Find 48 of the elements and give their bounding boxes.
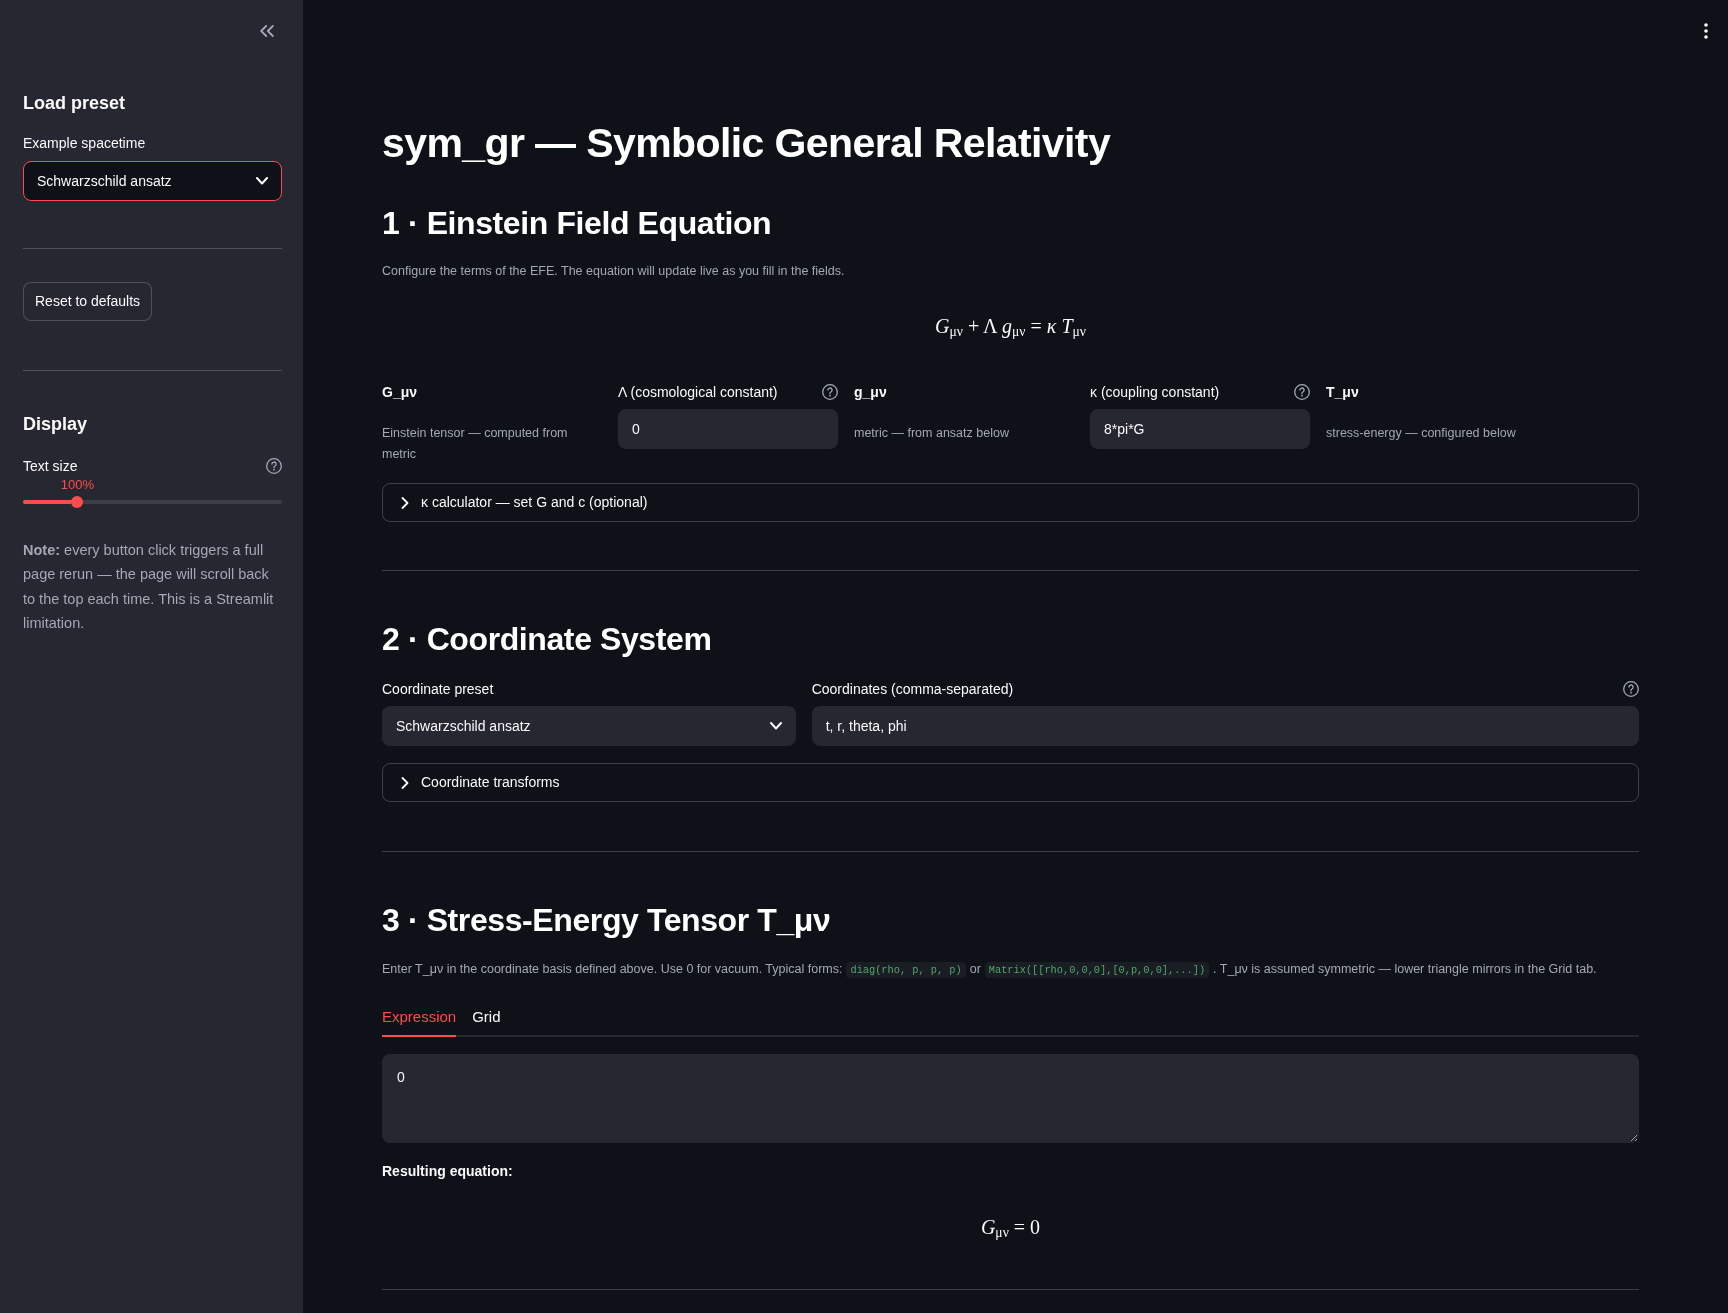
- chevron-down-icon: [256, 177, 268, 186]
- term-description: metric — from ansatz below: [854, 424, 1010, 442]
- help-icon: [1623, 681, 1639, 697]
- tab[interactable]: Grid: [472, 1007, 501, 1037]
- help-icon: [1294, 384, 1310, 400]
- section-heading: 2 · Coordinate System: [382, 620, 713, 659]
- term-description: Einstein tensor — computed from metric: [382, 424, 569, 463]
- select-dropdown[interactable]: Schwarzschild ansatz: [23, 161, 282, 202]
- text-input[interactable]: 0: [618, 409, 838, 449]
- tab[interactable]: Expression: [382, 1007, 457, 1037]
- text-input[interactable]: t, r, theta, phi: [811, 706, 1639, 746]
- help-icon: [822, 384, 838, 400]
- note-text: Note: every button click triggers a full page rerun — the page will scroll back to the top each time. This is a Streamlit limitation.: [23, 540, 275, 634]
- term-label: g_μν: [854, 383, 888, 402]
- kebab-menu-icon: [1704, 23, 1708, 39]
- select-dropdown[interactable]: Schwarzschild ansatz: [382, 706, 796, 746]
- section-heading: Display: [23, 413, 89, 437]
- text-area[interactable]: 0: [382, 1054, 1639, 1143]
- expander-header[interactable]: κ calculator — set G and c (optional): [382, 483, 1639, 522]
- expander-header[interactable]: Coordinate transforms: [382, 763, 1639, 802]
- chevron-down-icon: [769, 722, 782, 730]
- page-title: sym_gr — Symbolic General Relativity: [382, 119, 1112, 168]
- instructions-text: Enter T_μν in the coordinate basis defined above. Use 0 for vacuum. Typical forms: diag(rho, p, p, p) or Matrix([[rho,0,0,0],[0,p,0,0],...]) . T_μν is assumed symmetric — lower triangle mirrors in the Grid tab.: [382, 961, 1598, 979]
- double-chevron-left-icon: [260, 25, 274, 37]
- slider-value: 100%: [60, 475, 94, 494]
- field-label: Text size: [23, 456, 78, 476]
- section-heading: 1 · Einstein Field Equation: [382, 204, 773, 243]
- field-label: Example spacetime: [23, 134, 147, 154]
- slider-thumb[interactable]: [71, 495, 84, 508]
- section-heading: Load preset: [23, 92, 127, 115]
- term-description: stress-energy — configured below: [1326, 424, 1517, 442]
- field-label: Λ (cosmological constant): [618, 383, 778, 402]
- reset-button[interactable]: Reset to defaults: [23, 282, 153, 322]
- slider-fill: [23, 499, 72, 504]
- field-label: κ (coupling constant): [1090, 383, 1220, 402]
- equation: G$_{μν}$ = 0: [980, 1215, 1041, 1242]
- text-input[interactable]: 8*pi*G: [1090, 409, 1310, 449]
- collapse-sidebar-button[interactable]: [260, 25, 274, 37]
- term-label: G_μν: [382, 383, 419, 402]
- help-icon: [266, 457, 282, 474]
- menu-button[interactable]: [1704, 23, 1708, 39]
- section-heading: 3 · Stress-Energy Tensor T_μν: [382, 901, 832, 940]
- equation: G$_{μν}$ + Λ g$_{μν}$ = κ T$_{μν}$: [935, 314, 1086, 341]
- field-label: Coordinate preset: [382, 680, 494, 699]
- term-label: T_μν: [1326, 383, 1360, 402]
- result-label: Resulting equation:: [382, 1162, 514, 1181]
- field-label: Coordinates (comma-separated): [811, 680, 1014, 699]
- caption-text: Configure the terms of the EFE. The equation will update live as you fill in the fields.: [382, 262, 846, 280]
